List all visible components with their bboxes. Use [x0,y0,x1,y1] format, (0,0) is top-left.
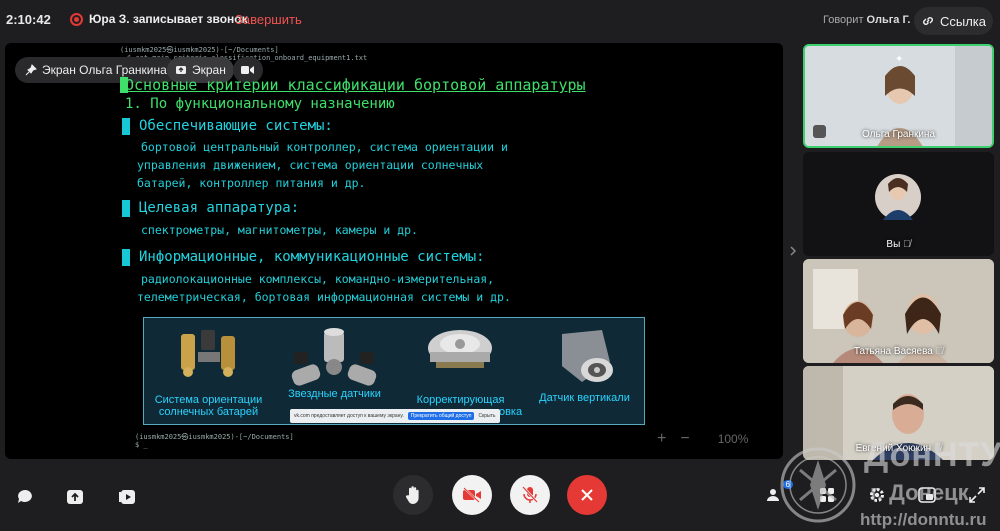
media-button[interactable] [116,486,138,508]
hide-notice-button[interactable]: Скрыть [478,413,495,419]
section-heading: Целевая аппаратура: [139,200,300,216]
section-marker [122,249,130,266]
equipment-item: Датчик вертикали [522,322,647,422]
pin-icon: ✦ [895,54,904,65]
watermark-url: http://donntu.ru [860,510,987,529]
watermark-title: ДонНТУ [864,436,1000,474]
star-sensor-image [291,328,377,386]
participant-name: Ольга Гранкина [861,129,936,140]
share-notice-text: vk.com предоставляет доступ к вашему экр… [294,413,404,419]
presenter-chip-label: Экран Ольга Гранкина [42,63,167,77]
camera-icon [241,66,254,74]
end-call-button[interactable] [567,475,607,515]
upload-icon [67,490,83,504]
shared-screen: (iusmkm2025㉿iusmkm2025)-[~/Documents] $ … [5,43,783,459]
slide-subtitle: 1. По функциональному назначению [125,96,395,112]
muted-mic-icon: 🎙̸ [903,239,911,250]
mic-off-icon [522,486,538,503]
participant-name: Вы 🎙̸ [886,239,911,250]
section-heading: Информационные, коммуникационные системы… [139,249,485,265]
pin-icon [25,64,37,76]
participant-tile[interactable]: ✦ Ольга Гранкина [803,44,994,148]
section-text: радиолокационные комплексы, командно-изм… [137,270,511,306]
call-timer: 2:10:42 [6,12,51,27]
chat-icon [18,490,32,503]
equipment-item: Звездные датчики [272,322,397,422]
mic-toggle-button[interactable] [510,475,550,515]
camera-off-icon [463,487,481,503]
end-recording-button[interactable]: Завершить [235,12,302,27]
university-watermark: ДонНТУ г. Донецк http://donntu.ru [778,430,1000,531]
zoom-controls: + − 100% [657,427,779,451]
toggle-sidebar-button[interactable] [783,43,803,459]
share-screen-button[interactable] [64,486,86,508]
section-text: бортовой центральный контроллер, система… [137,138,508,192]
slide-title: Основные критерии классификации бортовой… [125,76,586,94]
recording-status: Юра З. записывает звонок [89,12,248,26]
terminal-prompt-bottom: (iusmkm2025㉿iusmkm2025)-[~/Documents] [135,433,294,441]
speaking-name: Ольга Г. [866,14,911,26]
link-label: Ссылка [939,13,987,29]
copy-link-button[interactable]: Ссылка [914,7,993,35]
section-marker [122,200,130,217]
equipment-caption: Датчик вертикали [539,392,630,404]
screen-share-icon [176,66,186,74]
screen-view-label: Экран [192,63,226,77]
camera-toggle-button[interactable] [452,475,492,515]
watermark-city: г. Донецк [870,480,969,505]
muted-mic-icon: 🎙̸ [935,346,944,357]
section-marker [122,118,130,135]
section-line: радиолокационные комплексы, командно-изм… [141,272,495,286]
stop-sharing-button[interactable]: Прекратить общий доступ [407,412,475,420]
chevron-right-icon [790,246,797,256]
vertical-sensor-image [562,330,613,382]
chat-button[interactable] [14,486,36,508]
section-heading: Обеспечивающие системы: [139,118,333,134]
equipment-caption: Звездные датчики [288,388,381,400]
raise-hand-button[interactable] [393,475,433,515]
section-text: спектрометры, магнитометры, камеры и др. [141,221,418,239]
zoom-in-button[interactable]: + [657,430,666,448]
zoom-out-button[interactable]: − [680,430,689,448]
top-bar: 2:10:42 Юра З. записывает звонок Заверши… [0,0,1000,42]
section-line: бортовой центральный контроллер, система… [141,140,508,154]
section-line: управления движением, система ориентации… [137,158,484,172]
zoom-level: 100% [717,432,749,446]
recording-icon [70,13,83,26]
speaking-indicator: Говорит Ольга Г. [823,14,910,26]
participant-name: Татьяна Васяева 🎙̸ [853,346,944,357]
equipment-caption: Система ориентации солнечных батарей [154,394,263,418]
hand-icon [405,486,419,504]
solar-orientation-image [181,330,235,377]
propulsion-unit-image [428,330,492,368]
section-line: телеметрическая, бортовая информационная… [137,290,511,304]
section-line: батарей, контроллер питания и др. [137,176,366,190]
university-emblem [780,447,856,523]
play-box-icon [119,490,135,504]
link-icon [923,17,933,25]
equipment-item: Корректирующая двигательная установка [398,322,523,422]
participant-tile[interactable]: Вы 🎙̸ [803,152,994,256]
equipment-item: Система ориентации солнечных батарей [146,322,271,422]
section-line: спектрометры, магнитометры, камеры и др. [141,223,418,237]
terminal-command-bottom: $ _ [135,441,148,449]
speaking-prefix: Говорит [823,14,864,26]
close-icon [581,489,593,501]
participant-tile[interactable]: Татьяна Васяева 🎙̸ [803,259,994,363]
screen-share-notice: vk.com предоставляет доступ к вашему экр… [290,409,500,423]
